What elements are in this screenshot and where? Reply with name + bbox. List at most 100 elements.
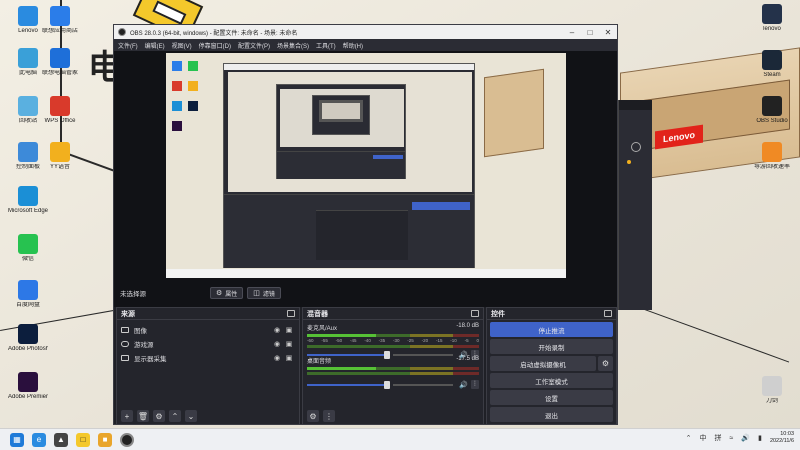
preview-desktop-icons [170, 57, 210, 257]
box-taskbar-icon[interactable]: ■ [98, 432, 112, 447]
settings-button[interactable]: 设置 [490, 390, 613, 405]
wps-icon [50, 96, 70, 116]
wifi-icon[interactable]: ≈ [730, 435, 734, 442]
exit-button[interactable]: 退出 [490, 407, 613, 422]
pc-manager-icon [50, 48, 70, 68]
cloud-disk-icon [18, 280, 38, 300]
visibility-eye-icon[interactable]: ◉ [271, 340, 283, 348]
visibility-eye-icon[interactable]: ◉ [271, 326, 283, 334]
obs-window[interactable]: OBS 28.0.3 (64-bit, windows) - 配置文件: 未命名… [113, 24, 618, 425]
desktop-icon[interactable]: WPS Office [40, 96, 80, 125]
desktop-icon[interactable]: Microsoft Edge [8, 186, 48, 215]
preview-canvas[interactable] [166, 53, 566, 278]
nested-obs-1 [223, 63, 475, 268]
desktop-icon[interactable]: YY语音 [40, 142, 80, 171]
move-up-button[interactable]: ⌃ [169, 410, 181, 422]
source-toolbar: 未选择源 ⚙ 属性 ◫ 滤镜 [114, 283, 617, 303]
scale-tick: -10 [450, 338, 457, 343]
volume-slider[interactable] [307, 350, 391, 359]
folder-taskbar-icon[interactable]: □ [76, 432, 90, 447]
preview-area[interactable] [114, 51, 617, 307]
lenovo-store-icon [762, 4, 782, 24]
scale-tick: -20 [421, 338, 429, 343]
start-virtual-camera-button[interactable]: 启动虚拟摄像机 [490, 356, 596, 371]
studio-mode-button[interactable]: 工作室模式 [490, 373, 613, 388]
menu-view[interactable]: 视图(V) [172, 41, 192, 50]
menu-scene-collection[interactable]: 场景集合(S) [277, 41, 309, 50]
desktop-icon[interactable]: 刀剑 [752, 376, 792, 405]
lock-icon[interactable]: ▣ [283, 340, 295, 348]
clock-date: 2022/11/6 [769, 438, 794, 444]
desktop-icon[interactable]: Steam [752, 50, 792, 79]
menu-file[interactable]: 文件(F) [118, 41, 138, 50]
properties-button[interactable]: ⚙ 属性 [210, 287, 244, 299]
desktop-icon-label: 微信 [21, 256, 34, 262]
desktop-icon[interactable]: Adobe Premiere Pr... [8, 372, 48, 401]
add-source-button[interactable]: + [121, 410, 133, 422]
source-item-game[interactable]: 游戏源 ◉ ▣ [117, 337, 299, 351]
battery-icon[interactable]: ▮ [758, 434, 762, 442]
edge-taskbar-icon[interactable]: e [32, 432, 46, 447]
start-icon[interactable]: ▦ [10, 432, 24, 447]
speaker-icon[interactable]: 🔊 [459, 381, 468, 389]
menu-docks[interactable]: 停靠窗口(D) [199, 41, 231, 50]
preview-desk [484, 68, 544, 158]
ime-mode[interactable]: 拼 [715, 433, 722, 443]
menu-help[interactable]: 帮助(H) [343, 41, 363, 50]
obs-taskbar-icon[interactable] [120, 432, 134, 447]
volume-meter [307, 334, 479, 337]
filters-button[interactable]: ◫ 滤镜 [247, 287, 281, 299]
tray-chevron-icon[interactable]: ⌃ [686, 434, 692, 442]
channel-menu-button[interactable]: ⋮ [471, 380, 479, 389]
visibility-eye-icon[interactable]: ◉ [271, 354, 283, 362]
move-down-button[interactable]: ⌄ [185, 410, 197, 422]
desktop-icon[interactable]: 百度网盘 [8, 280, 48, 309]
stop-streaming-button[interactable]: 停止推流 [490, 322, 613, 337]
desktop-icon[interactable]: 联想应用商店 [40, 6, 80, 35]
scale-tick: -45 [349, 338, 357, 343]
close-button[interactable]: ✕ [599, 28, 617, 37]
source-item-image[interactable]: 图像 ◉ ▣ [117, 323, 299, 337]
orange-app-icon [762, 142, 782, 162]
desktop-icon[interactable]: 导游回收速率 [752, 142, 792, 171]
mixer-menu-button[interactable]: ⋮ [323, 410, 335, 422]
mixer-channel-desktop: 桌面音频 -17.5 dB 🔊 ⋮ [303, 353, 483, 389]
desktop-icon-label: Steam [763, 72, 781, 78]
volume-slider[interactable] [307, 380, 391, 389]
minimize-button[interactable]: – [563, 28, 581, 37]
channel-name: 桌面音频 [307, 359, 332, 365]
lock-icon[interactable]: ▣ [283, 354, 295, 362]
lenovo-icon [18, 6, 38, 26]
undock-icon[interactable] [471, 310, 479, 317]
desktop-icon[interactable]: OBS Studio [752, 96, 792, 125]
desktop-icon[interactable]: 微信 [8, 234, 48, 263]
edge-icon [18, 186, 38, 206]
desktop-icon[interactable]: Adobe Photosho... [8, 324, 48, 353]
obs-app-icon [118, 28, 126, 36]
background-window[interactable] [618, 100, 652, 310]
game-taskbar-icon[interactable]: ▲ [54, 432, 68, 447]
virtual-camera-settings-icon[interactable]: ⚙ [598, 356, 613, 371]
scale-tick: -50 [335, 338, 343, 343]
undock-icon[interactable] [604, 310, 612, 317]
menu-profile[interactable]: 配置文件(P) [238, 41, 270, 50]
monitor-source-icon [121, 355, 129, 361]
menu-tools[interactable]: 工具(T) [316, 41, 336, 50]
scale-tick: 0 [476, 338, 479, 343]
desktop-icon-label: 导游回收速率 [753, 164, 790, 170]
desktop-icon[interactable]: lenovo [752, 4, 792, 33]
advanced-audio-button[interactable]: ⚙ [307, 410, 319, 422]
ime-language[interactable]: 中 [700, 433, 707, 443]
lock-icon[interactable]: ▣ [283, 326, 295, 334]
volume-icon[interactable]: 🔊 [741, 434, 750, 442]
undock-icon[interactable] [287, 310, 295, 317]
source-item-monitor[interactable]: 显示器采集 ◉ ▣ [117, 351, 299, 365]
desktop-icon[interactable]: 联想电脑管家 [40, 48, 80, 77]
remove-source-button[interactable]: 🗑 [137, 410, 149, 422]
maximize-button[interactable]: □ [581, 28, 599, 37]
obs-titlebar[interactable]: OBS 28.0.3 (64-bit, windows) - 配置文件: 未命名… [114, 25, 617, 39]
menu-edit[interactable]: 编辑(E) [145, 41, 165, 50]
source-settings-button[interactable]: ⚙ [153, 410, 165, 422]
start-recording-button[interactable]: 开始录制 [490, 339, 613, 354]
clock[interactable]: 10:03 2022/11/6 [770, 431, 794, 445]
